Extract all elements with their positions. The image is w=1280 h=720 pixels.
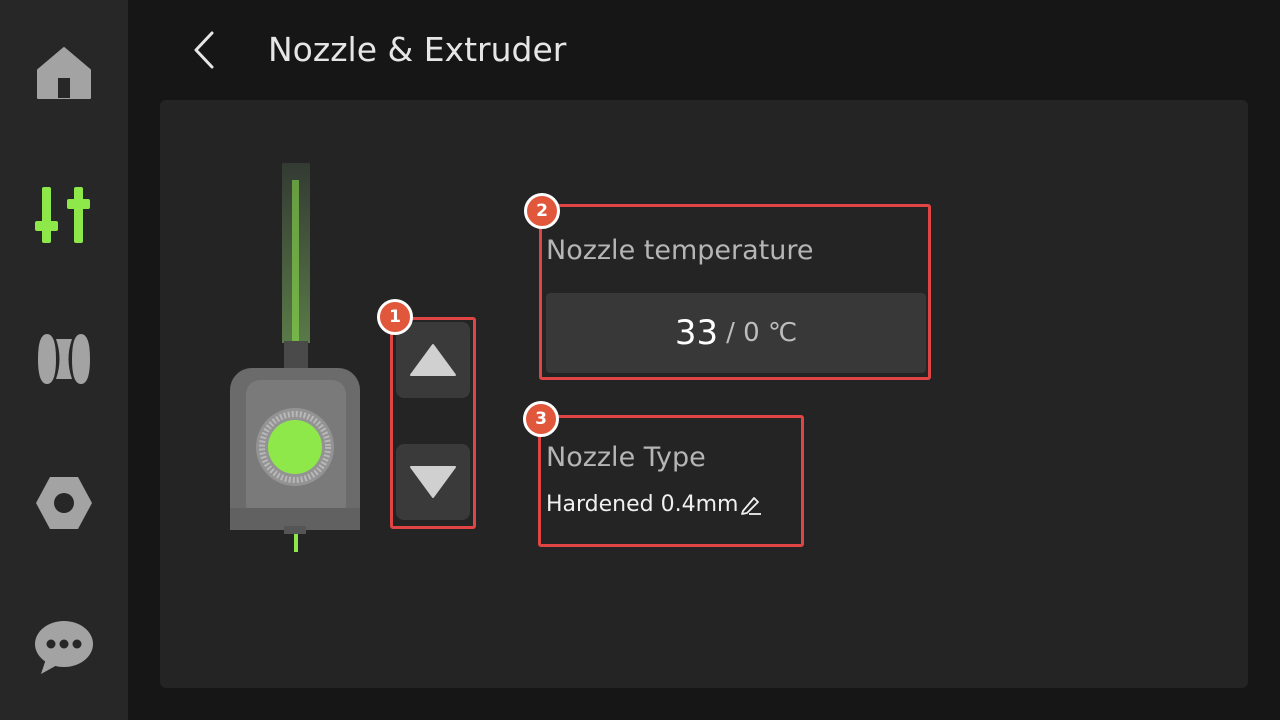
extruder-illustration: [228, 160, 364, 560]
filament-spool-icon: [38, 334, 90, 384]
nozzle-type-section: Nozzle Type Hardened 0.4mm: [538, 415, 804, 547]
home-icon: [37, 47, 91, 99]
nav-settings[interactable]: [0, 448, 128, 558]
nav-messages[interactable]: [0, 592, 128, 702]
back-button[interactable]: [180, 22, 228, 78]
extruder-move-group: [390, 317, 476, 529]
nozzle-temperature-label: Nozzle temperature: [546, 235, 814, 266]
annotation-badge-2: 2: [524, 193, 560, 229]
sidebar: [0, 0, 128, 720]
pencil-icon: [741, 496, 762, 515]
triangle-down-icon: [410, 466, 456, 498]
nozzle-temperature-section: Nozzle temperature 33 / 0 ℃: [539, 204, 931, 380]
nozzle-type-edit-button[interactable]: Hardened 0.4mm: [546, 492, 763, 517]
nozzle-temperature-field[interactable]: 33 / 0 ℃: [546, 293, 926, 373]
annotation-badge-1: 1: [377, 299, 413, 335]
extrude-up-button[interactable]: [396, 322, 470, 398]
nozzle-type-label: Nozzle Type: [546, 442, 706, 473]
page-title: Nozzle & Extruder: [268, 30, 567, 69]
sliders-icon: [35, 187, 90, 243]
nozzle-temperature-current: 33: [674, 313, 719, 353]
chat-bubble-icon: [35, 621, 93, 674]
extruder-icon: [230, 163, 360, 552]
hex-nut-icon: [36, 477, 92, 529]
triangle-up-icon: [410, 344, 456, 376]
nozzle-temperature-target: / 0 ℃: [726, 318, 798, 348]
chevron-left-icon: [194, 31, 214, 69]
nav-home[interactable]: [0, 18, 128, 128]
nozzle-type-value: Hardened 0.4mm: [546, 492, 739, 517]
nav-filament[interactable]: [0, 304, 128, 414]
extrude-down-button[interactable]: [396, 444, 470, 520]
header: Nozzle & Extruder: [128, 0, 1280, 100]
nav-controls[interactable]: [0, 160, 128, 270]
annotation-badge-3: 3: [523, 401, 559, 437]
